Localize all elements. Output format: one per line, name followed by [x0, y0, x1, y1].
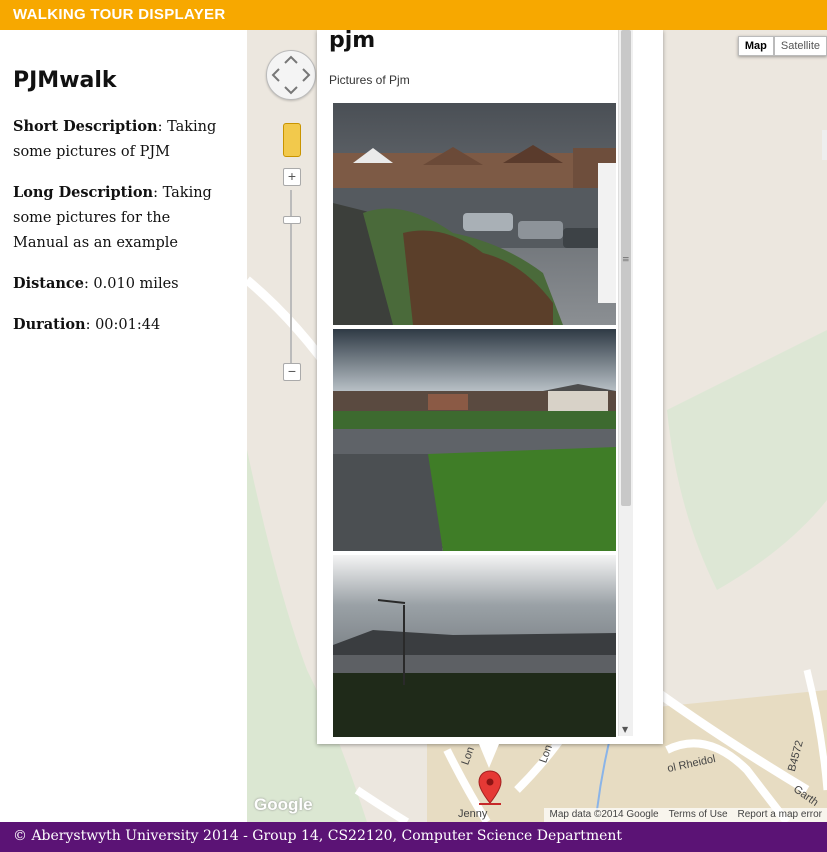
scroll-grip-icon: ≡	[622, 255, 630, 265]
street-view-pegman-icon[interactable]	[283, 123, 301, 157]
walk-photo[interactable]	[333, 103, 616, 325]
distance: Distance: 0.010 miles	[13, 271, 228, 297]
map-type-map-button[interactable]: Map	[737, 36, 774, 56]
terms-of-use-link[interactable]: Terms of Use	[664, 808, 733, 822]
pan-arrows-icon	[271, 55, 311, 95]
map-view[interactable]: Map Satellite + − Lon Lon Jenny ol Rheid…	[247, 30, 827, 822]
pan-control[interactable]	[266, 50, 316, 100]
map-type-satellite-button[interactable]: Satellite	[773, 36, 827, 56]
footer-text: © Aberystwyth University 2014 - Group 14…	[13, 828, 623, 844]
info-window-tail	[479, 744, 499, 768]
info-window-scrollbar[interactable]: ≡ ▼	[618, 30, 633, 736]
short-description-label: Short Description	[13, 118, 158, 135]
field-dusk-photo	[333, 555, 616, 737]
duration: Duration: 00:01:44	[13, 312, 228, 338]
map-marker-icon[interactable]	[478, 770, 502, 806]
info-window-title: pjm	[329, 30, 376, 53]
long-description-label: Long Description	[13, 184, 154, 201]
walk-photo[interactable]	[333, 555, 616, 737]
distance-label: Distance	[13, 275, 84, 292]
houses-street-photo	[333, 103, 616, 325]
page-footer: © Aberystwyth University 2014 - Group 14…	[0, 822, 827, 852]
app-header: WALKING TOUR DISPLAYER	[0, 0, 827, 30]
grass-verge-photo	[333, 329, 616, 551]
road-label-jenny: Jenny	[458, 808, 488, 820]
long-description: Long Description: Taking some pictures f…	[13, 180, 228, 256]
duration-value: : 00:01:44	[85, 317, 161, 333]
info-window-description: Pictures of Pjm	[329, 73, 410, 87]
zoom-in-button[interactable]: +	[283, 168, 301, 186]
map-attribution: Map data ©2014 Google Terms of Use Repor…	[544, 808, 827, 822]
short-description: Short Description: Taking some pictures …	[13, 114, 228, 165]
report-map-error-link[interactable]: Report a map error	[733, 808, 827, 822]
app-title: WALKING TOUR DISPLAYER	[13, 6, 226, 23]
map-data-attribution: Map data ©2014 Google	[549, 809, 659, 820]
google-logo[interactable]: Google	[254, 795, 313, 815]
zoom-out-button[interactable]: −	[283, 363, 301, 381]
walk-photo[interactable]	[333, 329, 616, 551]
duration-label: Duration	[13, 316, 86, 333]
distance-value: : 0.010 miles	[83, 276, 179, 292]
walk-sidebar: PJMwalk Short Description: Taking some p…	[0, 30, 247, 822]
zoom-slider-thumb[interactable]	[283, 216, 301, 224]
walk-title: PJMwalk	[13, 68, 117, 93]
map-type-control: Map Satellite	[737, 36, 827, 56]
scrollbar-thumb[interactable]	[621, 30, 631, 506]
info-window: pjm Pictures of Pjm ≡ ▼	[317, 30, 663, 744]
scroll-down-arrow-icon[interactable]: ▼	[622, 725, 628, 734]
